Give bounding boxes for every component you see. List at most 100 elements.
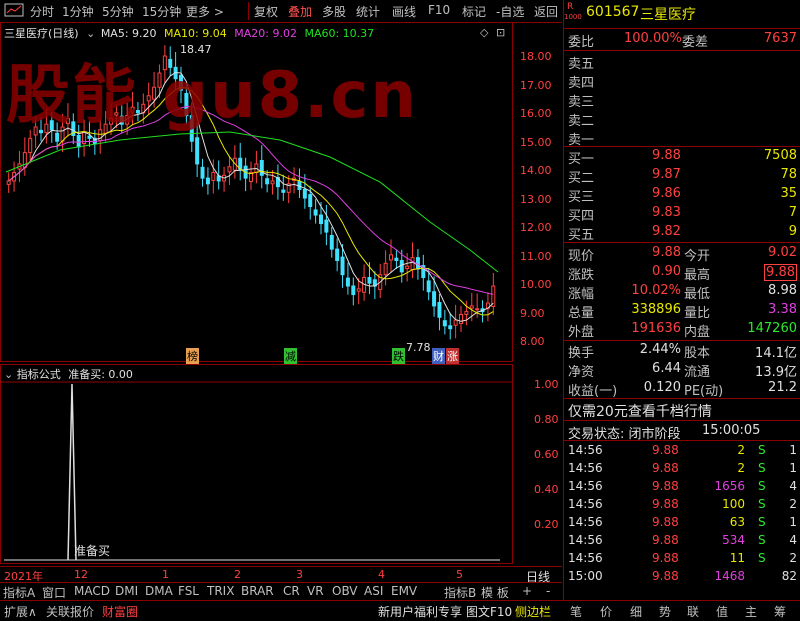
mark-button[interactable]: 标记 <box>462 3 486 20</box>
statistics-button[interactable]: 统计 <box>356 3 380 20</box>
candle-body <box>76 135 81 148</box>
stat-row: 外盘 191636 内盘 147260 <box>568 321 797 340</box>
ask-row[interactable]: 卖五 <box>564 53 800 72</box>
ask-row[interactable]: 卖二 <box>564 110 800 129</box>
settings-square-icon[interactable]: ⊡ <box>496 26 505 39</box>
tab-trend[interactable]: 势 <box>659 603 671 620</box>
f10-button[interactable]: F10 <box>428 3 450 17</box>
bid-row[interactable]: 买四 9.83 7 <box>564 205 800 224</box>
multi-stock-button[interactable]: 多股 <box>322 3 346 20</box>
draw-line-button[interactable]: 画线 <box>392 3 416 20</box>
tab-vr[interactable]: VR <box>307 584 324 598</box>
marker-rank[interactable]: 榜 <box>186 348 199 364</box>
template-button[interactable]: 模 板 <box>481 584 509 601</box>
f10-graphic-button[interactable]: 图文F10 <box>466 603 512 620</box>
marker-fall[interactable]: 跌 <box>392 348 405 364</box>
bid-label: 买三 <box>568 190 595 205</box>
expand-button[interactable]: 扩展∧ <box>4 603 37 620</box>
ask-row[interactable]: 卖三 <box>564 91 800 110</box>
marker-rise[interactable]: 涨 <box>446 348 459 364</box>
tab-link[interactable]: 联 <box>687 603 699 620</box>
tick-row: 14:56 9.88 11 S 2 <box>568 551 797 565</box>
price-tick: 11.00 <box>520 249 552 263</box>
stock-name: 三星医疗 <box>640 7 696 23</box>
candle-body <box>308 194 313 208</box>
promo-link[interactable]: 仅需20元查看千档行情 <box>568 401 712 421</box>
stat-row: 涨跌 0.90 最高 9.88 <box>568 264 797 283</box>
tab-brar[interactable]: BRAR <box>241 584 274 598</box>
add-indicator-button[interactable]: + <box>522 584 532 598</box>
candle-body <box>87 135 92 139</box>
price-tick: 16.00 <box>520 107 552 120</box>
tab-value[interactable]: 值 <box>716 603 728 620</box>
tab-window[interactable]: 窗口 <box>42 584 66 601</box>
tab-dmi[interactable]: DMI <box>115 584 138 598</box>
bid-price: 9.86 <box>652 186 681 201</box>
month-label: 2 <box>234 568 241 581</box>
indicator-title: 指标公式 <box>16 368 61 381</box>
bid-label: 买四 <box>568 209 595 224</box>
tab-main[interactable]: 主 <box>745 603 757 620</box>
stock-code: 601567 <box>586 4 640 20</box>
collapse-icon[interactable]: ⌄ <box>86 27 95 40</box>
overlay-button[interactable]: 叠加 <box>288 3 312 20</box>
marker-finance[interactable]: 财 <box>432 348 445 364</box>
bid-row[interactable]: 买五 9.82 9 <box>564 224 800 243</box>
bid-volume: 9 <box>788 224 797 239</box>
candle-body <box>351 285 356 296</box>
tick-row: 15:00 9.88 1468 82 <box>568 569 797 583</box>
restore-rights-button[interactable]: 复权 <box>254 3 278 20</box>
tick-row: 14:56 9.88 63 S 1 <box>568 515 797 529</box>
tab-tick[interactable]: 笔 <box>570 603 582 620</box>
tab-obv[interactable]: OBV <box>332 584 358 598</box>
tab-macd[interactable]: MACD <box>74 584 110 598</box>
add-watchlist-button[interactable]: -自选 <box>496 3 524 20</box>
candle-body <box>205 177 210 185</box>
tab-more[interactable]: 更多 > <box>186 3 224 20</box>
tick-row: 14:56 9.88 2 S 1 <box>568 443 797 457</box>
wealth-circle-button[interactable]: 财富圈 <box>102 603 138 620</box>
ask-row[interactable]: 卖四 <box>564 72 800 91</box>
tab-indicator-a[interactable]: 指标A <box>3 584 35 601</box>
kline-chart[interactable]: 股能 gu8.cn 三星医疗(日线) ⌄ MA5: 9.20 MA10: 9.0… <box>0 22 562 364</box>
bid-row[interactable]: 买二 9.87 78 <box>564 167 800 186</box>
tab-detail[interactable]: 细 <box>630 603 642 620</box>
month-label: 12 <box>74 568 88 581</box>
remove-indicator-button[interactable]: - <box>546 584 550 598</box>
related-quotes-button[interactable]: 关联报价 <box>46 603 94 620</box>
sidebar-button[interactable]: 侧边栏 <box>515 603 551 620</box>
candle-body <box>335 248 340 261</box>
low-annotation: 7.78 <box>406 341 431 354</box>
tab-fsl[interactable]: FSL <box>178 584 199 598</box>
candle-body <box>410 257 415 271</box>
tab-indicator-b[interactable]: 指标B <box>444 584 476 601</box>
candle-body <box>437 302 442 318</box>
diamond-icon[interactable]: ◇ <box>480 26 488 39</box>
tab-dma[interactable]: DMA <box>145 584 173 598</box>
candle-body <box>383 262 388 276</box>
marker-reduce[interactable]: 减 <box>284 348 297 364</box>
tab-chips[interactable]: 筹 <box>774 603 786 620</box>
tab-asi[interactable]: ASI <box>364 584 383 598</box>
tab-cr[interactable]: CR <box>283 584 300 598</box>
bid-volume: 7 <box>788 205 797 220</box>
tab-5min[interactable]: 5分钟 <box>102 3 134 20</box>
tab-trix[interactable]: TRIX <box>207 584 234 598</box>
ask-row[interactable]: 卖一 <box>564 129 800 148</box>
back-button[interactable]: 返回 <box>534 3 558 20</box>
high-annotation: 18.47 <box>180 43 212 56</box>
bid-row[interactable]: 买一 9.88 7508 <box>564 148 800 167</box>
tab-1min[interactable]: 1分钟 <box>62 3 94 20</box>
tab-intraday[interactable]: 分时 <box>30 3 54 20</box>
fund-row: 换手 2.44% 股本 14.1亿 <box>568 342 797 361</box>
bid-row[interactable]: 买三 9.86 35 <box>564 186 800 205</box>
collapse-icon[interactable]: ⌄ <box>4 368 13 381</box>
indicator-chart[interactable]: ⌄ 指标公式 准备买: 0.00 准备买 1.00 0.80 0.60 0.40 0.2… <box>0 364 562 564</box>
tab-15min[interactable]: 15分钟 <box>142 3 181 20</box>
mini-chart-icon[interactable] <box>4 3 24 20</box>
candle-body <box>405 265 410 269</box>
candle-body <box>211 171 216 181</box>
tab-price[interactable]: 价 <box>600 603 612 620</box>
new-user-promo-link[interactable]: 新用户福利专享 <box>378 603 462 620</box>
tab-emv[interactable]: EMV <box>391 584 417 598</box>
